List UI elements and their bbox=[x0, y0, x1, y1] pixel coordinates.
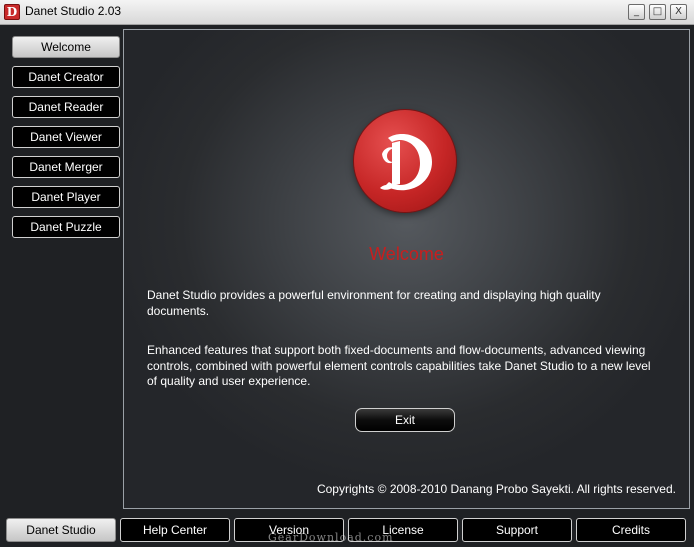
minimize-button[interactable]: _ bbox=[628, 4, 645, 20]
sidebar: Welcome Danet Creator Danet Reader Danet… bbox=[4, 29, 122, 509]
sidebar-item-danet-viewer[interactable]: Danet Viewer bbox=[12, 126, 120, 148]
sidebar-item-danet-player[interactable]: Danet Player bbox=[12, 186, 120, 208]
exit-button[interactable]: Exit bbox=[355, 408, 455, 432]
maximize-button[interactable]: □ bbox=[649, 4, 666, 20]
window-title: Danet Studio 2.03 bbox=[25, 4, 122, 18]
sidebar-item-danet-creator[interactable]: Danet Creator bbox=[12, 66, 120, 88]
features-paragraph: Enhanced features that support both fixe… bbox=[147, 343, 651, 388]
sidebar-item-welcome[interactable]: Welcome bbox=[12, 36, 120, 58]
copyright-text: Copyrights © 2008-2010 Danang Probo Saye… bbox=[316, 482, 676, 496]
tab-danet-studio[interactable]: Danet Studio bbox=[6, 518, 116, 542]
sidebar-item-danet-puzzle[interactable]: Danet Puzzle bbox=[12, 216, 120, 238]
danet-d-logo-icon: D bbox=[4, 4, 20, 20]
welcome-panel: Welcome Danet Studio provides a powerful… bbox=[123, 29, 690, 509]
sidebar-item-danet-reader[interactable]: Danet Reader bbox=[12, 96, 120, 118]
tab-credits[interactable]: Credits bbox=[576, 518, 686, 542]
sidebar-item-danet-merger[interactable]: Danet Merger bbox=[12, 156, 120, 178]
title-bar: D Danet Studio 2.03 _ □ X bbox=[0, 0, 694, 25]
intro-paragraph: Danet Studio provides a powerful environ… bbox=[147, 288, 601, 318]
danet-d-logo-icon bbox=[354, 110, 456, 212]
watermark: GearDownload.com bbox=[268, 531, 394, 544]
welcome-heading: Welcome bbox=[369, 244, 444, 264]
tab-support[interactable]: Support bbox=[462, 518, 572, 542]
tab-help-center[interactable]: Help Center bbox=[120, 518, 230, 542]
close-button[interactable]: X bbox=[670, 4, 687, 20]
